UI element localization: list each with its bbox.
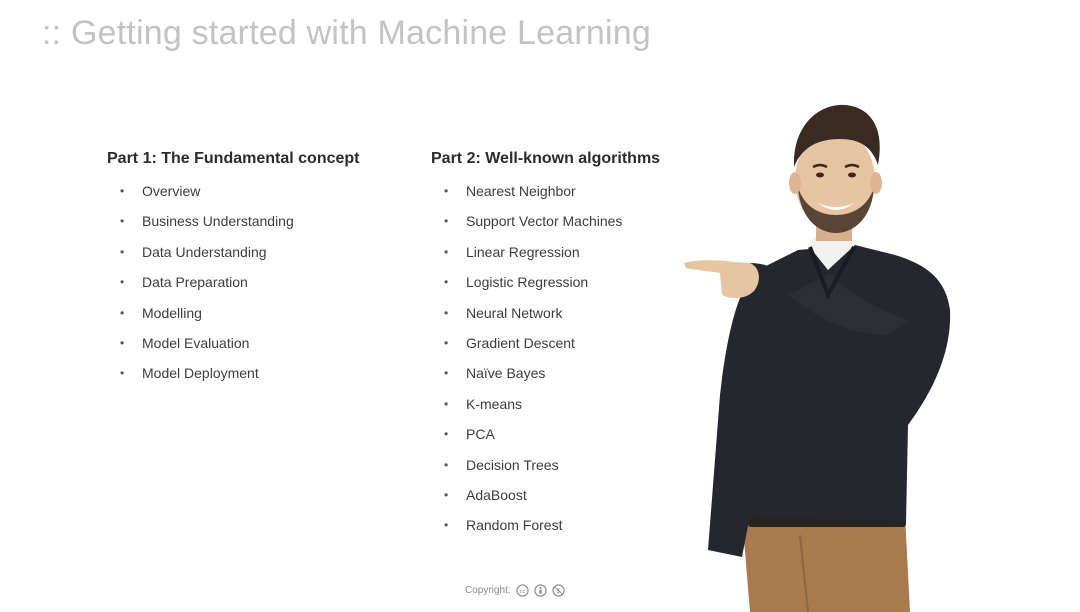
list-item: • Logistic Regression <box>431 267 691 297</box>
list-item-label: PCA <box>466 426 495 443</box>
list-item-label: Data Understanding <box>142 243 267 260</box>
list-item-label: Random Forest <box>466 517 563 534</box>
bullet-icon: • <box>444 335 449 350</box>
list-item-label: Logistic Regression <box>466 274 589 291</box>
list-item-label: Overview <box>142 183 201 199</box>
list-item: • Gradient Descent <box>431 328 691 358</box>
bullet-icon: • <box>444 244 449 259</box>
bullet-icon: • <box>120 244 125 259</box>
part2-heading: Part 2: Well-known algorithms <box>431 150 661 167</box>
part2-list: • Nearest Neighbor • Support Vector Machin… <box>431 176 691 541</box>
part2-column: Part 2: Well-known algorithms • Nearest N… <box>431 148 691 541</box>
list-item: • Decision Trees <box>431 450 691 480</box>
bullet-icon: • <box>444 184 449 198</box>
slide-title: :: Getting started with Machine Learning <box>42 14 651 52</box>
bullet-icon: • <box>120 275 125 290</box>
cc-icon: cc <box>515 584 529 597</box>
list-item-label: Naïve Bayes <box>466 365 546 382</box>
list-item: • AdaBoost <box>431 480 691 510</box>
list-item: • Naïve Bayes <box>431 358 691 388</box>
bullet-icon: • <box>120 184 125 198</box>
list-item: • K-means <box>431 389 691 419</box>
list-item-label: Business Understanding <box>142 213 294 230</box>
bullet-icon: • <box>444 305 449 320</box>
list-item: • Neural Network <box>431 298 691 328</box>
list-item-label: K-means <box>466 395 523 412</box>
bullet-icon: • <box>444 396 449 411</box>
list-item: • Modelling <box>107 298 407 328</box>
list-item: • Random Forest <box>431 510 691 540</box>
list-item-label: Neural Network <box>466 304 563 321</box>
by-icon <box>533 584 547 597</box>
part1-heading: Part 1: The Fundamental concept <box>107 150 360 167</box>
pointing-hand <box>684 260 759 299</box>
list-item: • Linear Regression <box>431 237 691 267</box>
list-item: • Data Understanding <box>107 237 407 267</box>
list-item: • Model Deployment <box>107 358 407 388</box>
list-item: • Overview <box>107 176 407 206</box>
svg-text:cc: cc <box>519 589 525 595</box>
list-item: • Business Understanding <box>107 206 407 236</box>
list-item-label: Linear Regression <box>466 243 580 260</box>
list-item-label: Modelling <box>142 304 202 321</box>
copyright-label: Copyright: <box>465 585 511 596</box>
part1-column: Part 1: The Fundamental concept • Overvie… <box>107 148 407 389</box>
list-item-label: Model Deployment <box>142 365 259 382</box>
bullet-icon: • <box>444 518 449 533</box>
presenter-illustration <box>684 104 951 612</box>
list-item-label: Model Evaluation <box>142 334 250 351</box>
list-item-label: Data Preparation <box>142 274 248 291</box>
list-item-label: Support Vector Machines <box>466 213 623 230</box>
copyright-footer: Copyright: cc $ <box>465 584 565 597</box>
bullet-icon: • <box>444 275 449 290</box>
list-item: • Data Preparation <box>107 267 407 297</box>
bullet-icon: • <box>120 214 125 229</box>
list-item: • Support Vector Machines <box>431 206 691 236</box>
bullet-icon: • <box>444 427 449 442</box>
list-item: • PCA <box>431 419 691 449</box>
nc-icon: $ <box>551 584 565 597</box>
list-item-label: AdaBoost <box>466 486 527 503</box>
bullet-icon: • <box>120 305 125 320</box>
list-item: • Nearest Neighbor <box>431 176 691 206</box>
bullet-icon: • <box>444 457 449 472</box>
bullet-icon: • <box>444 366 449 381</box>
bullet-icon: • <box>444 487 449 502</box>
bullet-icon: • <box>444 214 449 229</box>
list-item-label: Gradient Descent <box>466 334 575 351</box>
part1-list: • Overview • Business Understanding • Data … <box>107 176 407 389</box>
pants <box>742 515 910 612</box>
bullet-icon: • <box>120 366 125 381</box>
list-item: • Model Evaluation <box>107 328 407 358</box>
list-item-label: Decision Trees <box>466 456 559 473</box>
list-item-label: Nearest Neighbor <box>466 183 576 199</box>
bullet-icon: • <box>120 335 125 350</box>
